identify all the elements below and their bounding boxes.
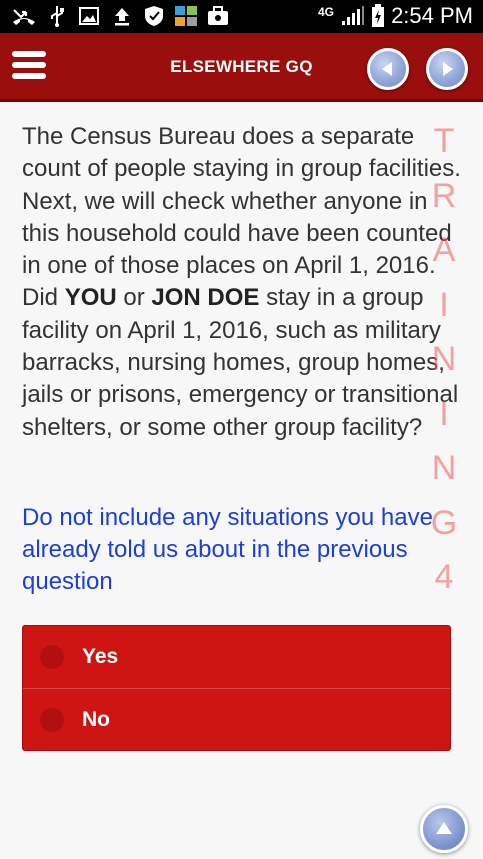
status-bar: 4G 2:54 PM — [0, 0, 483, 33]
upload-icon — [112, 5, 132, 27]
option-no[interactable]: No — [23, 688, 450, 750]
option-label: No — [82, 707, 110, 731]
radio-button[interactable] — [40, 645, 64, 669]
scroll-top-button[interactable] — [420, 805, 468, 853]
watermark-letter: T — [433, 122, 455, 160]
watermark-letter: 4 — [434, 558, 454, 596]
watermark-letter: N — [431, 449, 457, 487]
watermark-letter: I — [439, 394, 449, 433]
page-title: ELSEWHERE GQ — [170, 57, 313, 76]
briefcase-icon — [206, 5, 230, 27]
question-text: The Census Bureau does a separate count … — [22, 121, 462, 444]
instruction-text: Do not include any situations you have a… — [22, 504, 433, 595]
watermark-letter: I — [439, 285, 449, 324]
network-type-label: 4G — [317, 5, 334, 19]
question-bold-you: YOU — [64, 284, 117, 312]
arrow-left-icon — [382, 62, 392, 76]
usb-icon — [48, 5, 66, 27]
battery-icon — [370, 4, 386, 27]
missed-call-icon — [12, 5, 36, 27]
watermark-letter: G — [430, 503, 458, 542]
arrow-right-icon — [443, 62, 453, 76]
apps-icon — [174, 5, 198, 27]
image-icon — [78, 5, 100, 27]
answer-options: Yes No — [22, 625, 451, 751]
status-time: 2:54 PM — [391, 3, 473, 28]
arrow-up-icon — [436, 822, 452, 834]
watermark-letter: R — [431, 176, 457, 215]
next-button[interactable] — [426, 48, 468, 90]
signal-icon — [340, 5, 366, 27]
radio-button[interactable] — [40, 707, 64, 732]
watermark-letter: A — [432, 231, 456, 269]
shield-icon — [142, 5, 166, 27]
question-text-part2: or — [116, 284, 152, 312]
app-header: ELSEWHERE GQ — [0, 33, 483, 102]
training-watermark: T R A I N I N G 4 — [428, 122, 460, 613]
option-label: Yes — [82, 645, 119, 668]
option-yes[interactable]: Yes — [23, 626, 450, 688]
previous-button[interactable] — [367, 48, 409, 90]
watermark-letter: N — [431, 340, 457, 378]
question-bold-name: JON DOE — [151, 284, 260, 312]
